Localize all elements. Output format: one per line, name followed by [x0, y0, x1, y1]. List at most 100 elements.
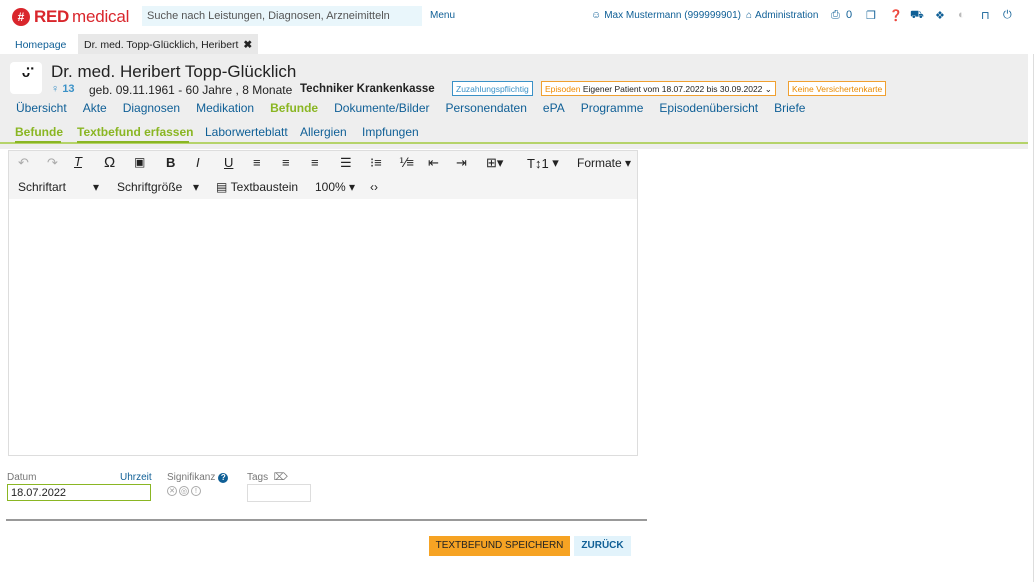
logo-medical-text: medical	[72, 7, 130, 26]
significance-none-icon[interactable]: ✕	[167, 486, 177, 496]
administration-link[interactable]: ⌂ Administration	[746, 10, 818, 21]
chat-icon[interactable]: ❐	[866, 9, 876, 22]
patient-id-value: 13	[62, 83, 75, 95]
textbaustein-icon: ▤	[216, 180, 231, 194]
badge-zuzahlung: Zuzahlungspflichtig	[452, 81, 533, 96]
undo-icon[interactable]: ↶	[18, 155, 29, 171]
home-icon: ⌂	[746, 10, 753, 21]
bold-icon[interactable]: B	[166, 155, 175, 170]
app-window: # RED medical Menu ☺ Max Mustermann (999…	[0, 0, 1034, 582]
chevron-down-icon: ▾	[548, 155, 559, 170]
zoom-dropdown[interactable]: 100% ▾	[315, 180, 355, 194]
episode-select[interactable]: Episoden Eigener Patient vom 18.07.2022 …	[541, 81, 776, 96]
nav-briefe[interactable]: Briefe	[774, 101, 805, 115]
subnav-allergien[interactable]: Allergien	[300, 125, 347, 139]
gender-icon: ♀	[51, 83, 60, 95]
outdent-icon[interactable]: ⇤	[428, 155, 439, 171]
underline-icon[interactable]: U	[224, 155, 233, 170]
question-icon[interactable]: ?	[218, 472, 229, 483]
nav-akte[interactable]: Akte	[83, 101, 107, 115]
nav-dokumente[interactable]: Dokumente/Bilder	[334, 101, 429, 115]
divider	[6, 519, 647, 521]
menu-link[interactable]: Menu	[430, 10, 455, 21]
chevron-down-icon: ⌄	[764, 84, 772, 94]
nav-uebersicht[interactable]: Übersicht	[16, 101, 67, 115]
transport-icon[interactable]: ⛟	[910, 9, 924, 23]
uhrzeit-link[interactable]: Uhrzeit	[120, 472, 152, 483]
font-family-dropdown[interactable]: Schriftart ▾	[18, 180, 99, 194]
tab-bar: Homepage Dr. med. Topp-Glücklich, Heribe…	[0, 33, 1034, 54]
font-size-dropdown[interactable]: Schriftgröße ▾	[117, 180, 199, 194]
chevron-down-icon: ▾	[621, 156, 632, 170]
close-icon[interactable]: ✖	[243, 39, 252, 51]
italic-icon[interactable]: I	[196, 155, 200, 170]
power-icon[interactable]: ⏻	[1003, 9, 1012, 22]
signifikanz-options: ✕ ◎ !	[167, 486, 201, 496]
subnav-laborwerteblatt[interactable]: Laborwerteblatt	[205, 125, 288, 139]
signifikanz-label: Signifikanz ?	[167, 472, 229, 483]
subnav-textbefund[interactable]: Textbefund erfassen	[77, 125, 193, 139]
indent-icon[interactable]: ⇥	[456, 155, 467, 171]
rich-text-editor: ↶ ↷ T Ω ▣ B I U ≡ ≡ ≡ ☰ ⁝≡ ⅟≡ ⇤ ⇥ ⊞▾ T↕ …	[8, 150, 638, 456]
nav-befunde[interactable]: Befunde	[270, 101, 318, 115]
clear-format-icon[interactable]: T	[74, 154, 82, 169]
special-char-icon[interactable]: Ω	[104, 154, 115, 171]
numbered-list-icon[interactable]: ⅟≡	[399, 155, 414, 171]
line-height-icon: T↕	[527, 155, 542, 171]
line-height-dropdown[interactable]: T↕ 1 ▾	[527, 155, 559, 171]
chevron-down-icon: ▾	[93, 180, 100, 194]
user-label: Max Mustermann (999999901)	[604, 10, 741, 21]
tab-homepage[interactable]: Homepage	[15, 39, 66, 51]
logo-red-text: RED	[34, 7, 69, 26]
textbaustein-label: Textbaustein	[230, 180, 299, 194]
print-icon[interactable]: ⎙	[831, 9, 840, 22]
search-input[interactable]	[142, 6, 422, 26]
significance-normal-icon[interactable]: ◎	[179, 486, 189, 496]
save-textbefund-button[interactable]: TEXTBEFUND SPEICHERN	[429, 536, 570, 556]
nav-programme[interactable]: Programme	[581, 101, 644, 115]
user-icon: ☺	[591, 10, 602, 21]
lock-icon[interactable]: ⊓	[981, 9, 990, 22]
redo-icon[interactable]: ↷	[47, 155, 58, 171]
user-menu[interactable]: ☺ Max Mustermann (999999901)	[591, 10, 741, 21]
datum-field[interactable]	[7, 484, 151, 501]
red-medical-logo-icon: #	[12, 8, 30, 26]
nav-personendaten[interactable]: Personendaten	[446, 101, 527, 115]
gift-icon[interactable]: ❖	[935, 9, 945, 22]
tags-input[interactable]	[247, 484, 311, 502]
nav-episodenuebersicht[interactable]: Episodenübersicht	[659, 101, 758, 115]
textbaustein-button[interactable]: ▤ Textbaustein	[216, 180, 298, 194]
align-center-icon[interactable]: ≡	[282, 155, 290, 170]
align-left-icon[interactable]: ≡	[253, 155, 261, 170]
top-bar: # RED medical Menu ☺ Max Mustermann (999…	[0, 0, 1034, 33]
avatar: ᵕ̈	[10, 62, 42, 94]
line-height-value: 1	[541, 155, 549, 171]
logo[interactable]: # RED medical	[12, 7, 130, 26]
tags-text: Tags	[247, 472, 269, 483]
subnav-befunde[interactable]: Befunde	[15, 125, 63, 139]
back-button[interactable]: ZURÜCK	[574, 536, 631, 556]
significance-alert-icon[interactable]: !	[191, 486, 201, 496]
tags-label: Tags ⌦	[247, 472, 288, 483]
editor-content-area[interactable]	[9, 199, 637, 455]
zoom-value: 100%	[315, 180, 346, 194]
bullet-list-icon[interactable]: ⁝≡	[370, 155, 382, 171]
formats-dropdown[interactable]: Formate ▾	[577, 156, 631, 170]
tab-patient-label: Dr. med. Topp-Glücklich, Heribert	[84, 39, 239, 51]
chevron-down-icon: ▾	[193, 180, 200, 194]
tab-patient[interactable]: Dr. med. Topp-Glücklich, Heribert ✖	[78, 34, 259, 54]
nav-epa[interactable]: ePA	[543, 101, 565, 115]
align-right-icon[interactable]: ≡	[311, 155, 319, 170]
align-justify-icon[interactable]: ☰	[340, 155, 352, 171]
help-icon[interactable]: ❓	[889, 9, 903, 22]
administration-label: Administration	[755, 10, 819, 21]
patient-name: Dr. med. Heribert Topp-Glücklich	[51, 62, 297, 81]
table-icon[interactable]: ⊞▾	[486, 155, 503, 171]
badge-versichertenkarte: Keine Versichertenkarte	[788, 81, 887, 96]
subnav-impfungen[interactable]: Impfungen	[362, 125, 419, 139]
nav-medikation[interactable]: Medikation	[196, 101, 254, 115]
source-code-icon[interactable]: ‹›	[370, 180, 378, 194]
image-icon[interactable]: ▣	[134, 155, 145, 169]
patient-nav: Übersicht Akte Diagnosen Medikation Befu…	[16, 101, 821, 115]
nav-diagnosen[interactable]: Diagnosen	[123, 101, 180, 115]
